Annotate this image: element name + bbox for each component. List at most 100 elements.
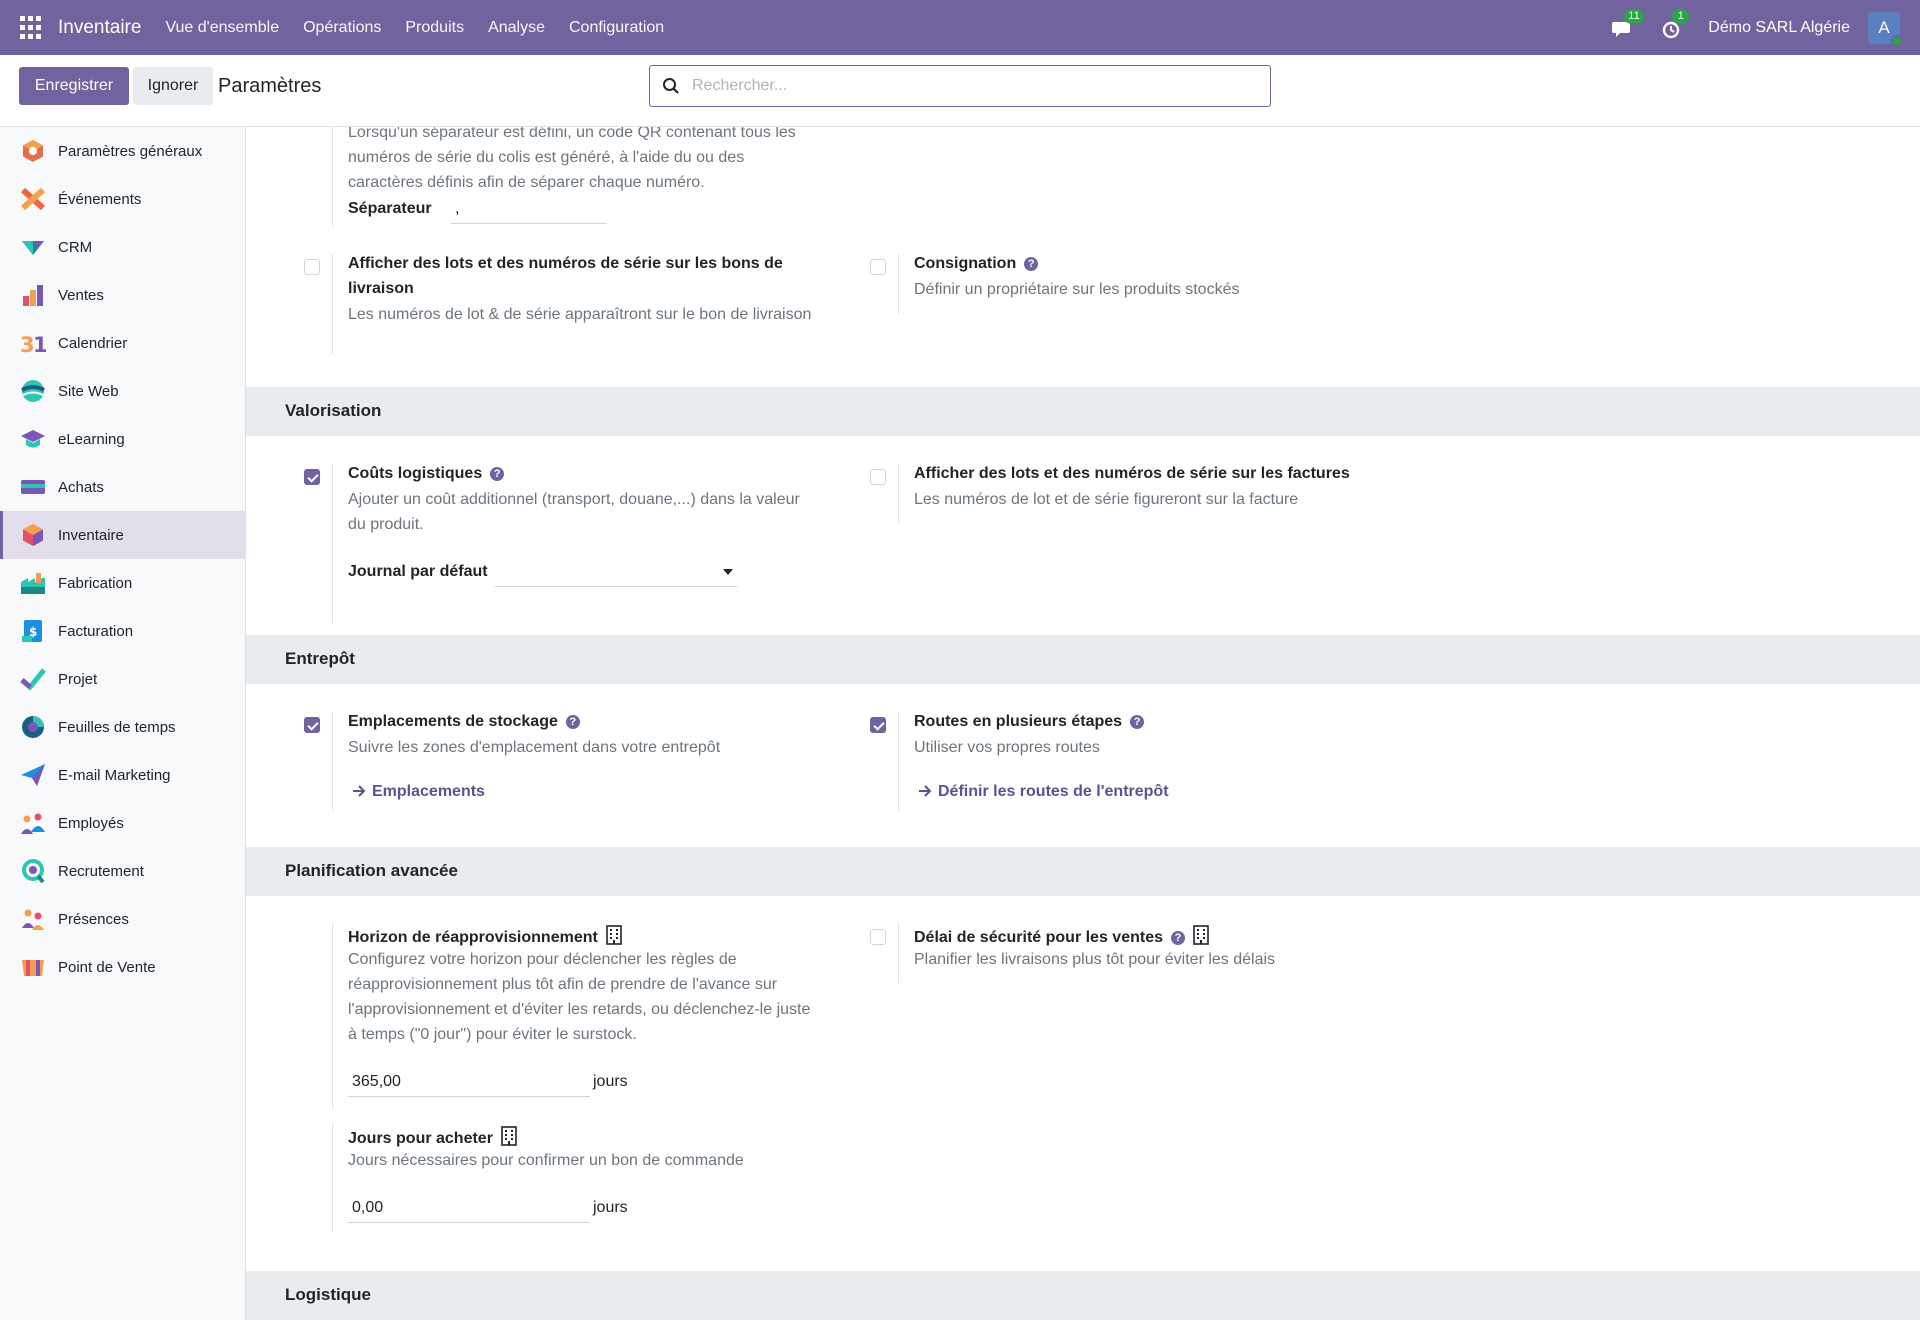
help-icon[interactable]: ? <box>1171 931 1185 945</box>
discard-button[interactable]: Ignorer <box>133 67 213 105</box>
setting-divider <box>332 254 333 354</box>
consignment-checkbox[interactable] <box>870 259 886 275</box>
desc-line: à temps ("0 jour") pour éviter le sursto… <box>348 1026 637 1043</box>
menu-products[interactable]: Produits <box>393 19 476 37</box>
consignment-description: Définir un propriétaire sur les produits… <box>914 281 1240 298</box>
sidebar-item-sales[interactable]: Ventes <box>0 271 245 319</box>
sidebar-item-invoicing[interactable]: $ Facturation <box>0 607 245 655</box>
lots-delivery-checkbox[interactable] <box>304 259 320 275</box>
sidebar-item-purchase[interactable]: Achats <box>0 463 245 511</box>
separator-field[interactable]: , <box>451 194 607 224</box>
save-button[interactable]: Enregistrer <box>19 67 129 105</box>
sidebar-item-general-settings[interactable]: Paramètres généraux <box>0 127 245 175</box>
section-title: Entrepôt <box>285 649 355 668</box>
page-title: Paramètres <box>218 75 322 97</box>
sidebar-item-website[interactable]: Site Web <box>0 367 245 415</box>
apps-menu-icon[interactable] <box>20 15 44 40</box>
search-box[interactable] <box>649 65 1271 107</box>
search-input[interactable] <box>692 77 1252 95</box>
menu-overview[interactable]: Vue d'ensemble <box>153 19 291 37</box>
sidebar-item-label: Recrutement <box>58 862 144 880</box>
settings-main: Lorsqu'un séparateur est défini, un code… <box>246 127 1920 1320</box>
sidebar-item-calendar[interactable]: 31 Calendrier <box>0 319 245 367</box>
help-icon[interactable]: ? <box>1024 257 1039 271</box>
menu-reporting[interactable]: Analyse <box>476 19 557 37</box>
setting-divider <box>898 711 899 811</box>
pos-app-icon <box>22 960 44 976</box>
help-icon[interactable]: ? <box>1130 715 1145 729</box>
section-warehouse: Entrepôt <box>246 635 1920 684</box>
storage-locations-checkbox[interactable] <box>304 717 320 733</box>
app-name[interactable]: Inventaire <box>58 17 141 39</box>
sidebar-item-point-of-sale[interactable]: Point de Vente <box>0 943 245 991</box>
project-app-icon <box>20 668 46 691</box>
locations-link[interactable]: Emplacements <box>352 783 485 801</box>
help-icon[interactable]: ? <box>490 467 505 481</box>
section-title: Valorisation <box>285 401 382 420</box>
landed-costs-title: Coûts logistiques? <box>348 465 505 483</box>
replenishment-horizon-title: Horizon de réapprovisionnement <box>348 925 622 947</box>
user-avatar[interactable]: A <box>1868 11 1903 47</box>
replenishment-horizon-description: Configurez votre horizon pour déclencher… <box>348 947 848 1047</box>
setting-divider <box>332 463 333 623</box>
crm-app-icon <box>22 241 44 255</box>
days-to-purchase-title: Jours pour acheter <box>348 1126 517 1148</box>
sidebar-item-label: Projet <box>58 670 98 688</box>
company-switcher[interactable]: Démo SARL Algérie <box>1708 19 1850 37</box>
activities-count-badge: 1 <box>1672 8 1690 24</box>
sidebar-item-label: Ventes <box>58 286 104 304</box>
replenishment-horizon-input[interactable]: 365,00 <box>348 1067 590 1097</box>
sidebar-item-recruitment[interactable]: Recrutement <box>0 847 245 895</box>
events-app-icon <box>20 187 46 211</box>
desc-line: Configurez votre horizon pour déclencher… <box>348 951 737 968</box>
sidebar-item-employees[interactable]: Employés <box>0 799 245 847</box>
warehouse-routes-link-text: Définir les routes de l'entrepôt <box>938 783 1169 800</box>
security-lead-checkbox[interactable] <box>870 929 886 945</box>
security-lead-title: Délai de sécurité pour les ventes? <box>914 925 1209 947</box>
sidebar-item-label: Employés <box>58 814 124 832</box>
caret-down-icon <box>723 569 733 575</box>
replenishment-horizon-unit: jours <box>593 1073 628 1090</box>
storage-locations-title: Emplacements de stockage? <box>348 713 580 731</box>
lots-invoices-checkbox[interactable] <box>870 469 886 485</box>
consignment-title-text: Consignation <box>914 255 1017 272</box>
help-icon[interactable]: ? <box>565 715 580 729</box>
setting-divider <box>898 923 899 983</box>
sidebar-item-attendances[interactable]: Présences <box>0 895 245 943</box>
company-building-icon <box>501 1126 517 1146</box>
desc-line: caractères définis afin de séparer chaqu… <box>348 174 705 191</box>
days-to-purchase-unit: jours <box>593 1199 628 1216</box>
menu-operations[interactable]: Opérations <box>291 19 393 37</box>
warehouse-routes-link[interactable]: Définir les routes de l'entrepôt <box>918 783 1169 801</box>
desc-line: l'approvisionnement et d'éviter les reta… <box>348 1001 811 1018</box>
manufacturing-app-icon <box>21 573 45 594</box>
default-journal-select[interactable] <box>495 557 737 587</box>
menu-configuration[interactable]: Configuration <box>557 19 676 37</box>
days-to-purchase-description: Jours nécessaires pour confirmer un bon … <box>348 1152 744 1169</box>
sidebar-item-label: Point de Vente <box>58 958 156 976</box>
default-journal-label: Journal par défaut <box>348 563 488 580</box>
multi-step-routes-checkbox[interactable] <box>870 717 886 733</box>
sidebar-item-label: Achats <box>58 478 104 496</box>
sidebar-item-crm[interactable]: CRM <box>0 223 245 271</box>
activities-icon[interactable]: 1 <box>1660 8 1690 41</box>
email-marketing-app-icon <box>21 764 45 786</box>
landed-costs-checkbox[interactable] <box>304 469 320 485</box>
sidebar-item-elearning[interactable]: eLearning <box>0 415 245 463</box>
sidebar-item-project[interactable]: Projet <box>0 655 245 703</box>
section-title: Planification avancée <box>285 861 458 880</box>
sidebar-item-timesheets[interactable]: Feuilles de temps <box>0 703 245 751</box>
sidebar-item-manufacturing[interactable]: Fabrication <box>0 559 245 607</box>
sidebar-item-events[interactable]: Événements <box>0 175 245 223</box>
messages-icon[interactable]: 11 <box>1612 8 1644 41</box>
days-to-purchase-input[interactable]: 0,00 <box>348 1193 590 1223</box>
multi-step-routes-title-text: Routes en plusieurs étapes <box>914 713 1123 730</box>
sidebar-item-inventory[interactable]: Inventaire <box>0 511 245 559</box>
company-building-icon <box>606 925 622 945</box>
sidebar-item-label: Événements <box>58 190 142 208</box>
sidebar-item-email-marketing[interactable]: E-mail Marketing <box>0 751 245 799</box>
setting-divider <box>332 1123 333 1233</box>
invoicing-app-icon: $ <box>22 620 42 642</box>
sales-app-icon <box>23 285 43 306</box>
security-lead-description: Planifier les livraisons plus tôt pour é… <box>914 951 1276 968</box>
